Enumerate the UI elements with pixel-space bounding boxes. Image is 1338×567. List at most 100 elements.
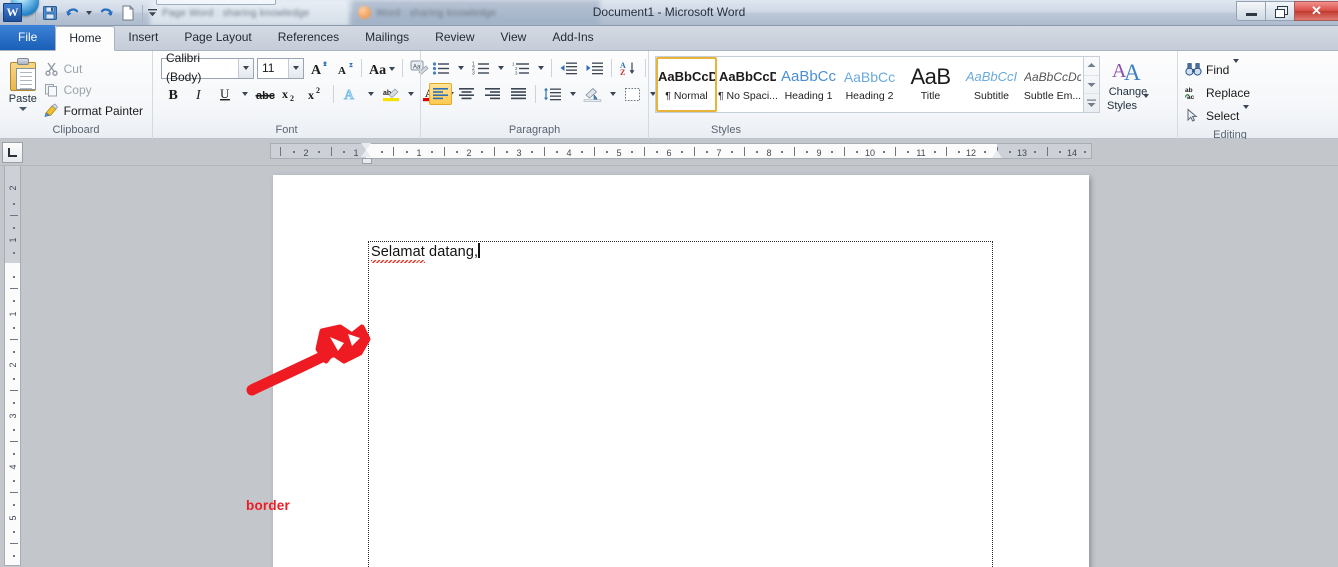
paste-chevron-down-icon[interactable] [18,107,27,111]
save-icon[interactable] [39,2,61,24]
strikethrough-icon[interactable]: abc [253,83,276,105]
horizontal-ruler[interactable]: 2 1 1 2 3 4 5 6 7 8 9 10 11 12 13 14 [270,143,1092,164]
customize-qat-chevron-down-icon[interactable] [146,2,158,24]
indent-markers[interactable] [361,143,372,164]
paste-button[interactable]: Paste [4,56,42,111]
svg-text:3: 3 [515,70,518,75]
font-size-chevron-down-icon[interactable] [288,58,303,78]
document-page[interactable]: Selamat datang, [273,175,1089,567]
vruler-tick-1-top: 1 [7,237,18,243]
text-border-box[interactable]: Selamat datang, [368,241,993,567]
minimize-icon[interactable] [1236,1,1265,21]
document-text[interactable]: Selamat datang, [371,243,480,260]
find-chevron-down-icon[interactable] [1233,58,1240,77]
find-button[interactable]: Find [1182,58,1240,81]
select-chevron-down-icon[interactable] [1243,104,1250,123]
increase-indent-icon[interactable] [583,57,606,79]
bold-icon[interactable]: B [161,83,184,105]
numbering-chevron-down-icon[interactable] [495,57,506,79]
justify-icon[interactable] [507,83,530,105]
style-item-subtle-emphasis[interactable]: AaBbCcDc Subtle Em... [1022,57,1083,112]
decrease-indent-icon[interactable] [557,57,580,79]
tab-view[interactable]: View [488,25,540,50]
text-effects-chevron-down-icon[interactable] [365,83,376,105]
multilevel-list-chevron-down-icon[interactable] [535,57,546,79]
styles-gallery-scrollbar[interactable] [1083,57,1099,112]
change-case-icon[interactable]: Aa [367,57,397,79]
borders-icon[interactable] [621,83,644,105]
superscript-icon[interactable]: x2 [305,83,328,105]
font-name-chevron-down-icon[interactable] [238,58,253,78]
tab-add-ins[interactable]: Add-Ins [539,25,606,50]
cut-button[interactable]: Cut [42,58,148,79]
style-item-no-spacing[interactable]: AaBbCcDc ¶ No Spaci... [717,57,778,112]
underline-icon[interactable]: U [213,83,236,105]
new-document-icon[interactable] [117,2,139,24]
tab-mailings[interactable]: Mailings [352,25,422,50]
styles-scroll-down-icon[interactable] [1084,76,1099,95]
styles-more-icon[interactable] [1084,94,1099,112]
styles-scroll-up-icon[interactable] [1084,57,1099,76]
hruler-tick-12: 12 [965,148,977,158]
text-highlight-chevron-down-icon[interactable] [405,83,416,105]
undo-icon[interactable] [61,2,83,24]
align-left-icon[interactable] [429,83,452,105]
quick-access-toolbar[interactable]: W [0,0,158,25]
tab-review[interactable]: Review [422,25,487,50]
style-item-normal[interactable]: AaBbCcDc ¶ Normal [656,57,717,112]
left-tab-stop-icon[interactable] [2,142,23,163]
font-size-input[interactable]: 11 [257,57,304,79]
word-icon[interactable]: W [2,0,39,25]
line-spacing-icon[interactable] [541,83,564,105]
style-preview-title: AaB [910,67,951,86]
copy-button[interactable]: Copy [42,79,148,100]
shading-chevron-down-icon[interactable] [607,83,618,105]
sort-icon[interactable]: A Z [617,57,640,79]
vertical-ruler[interactable]: 2 1 1 2 3 4 5 [4,166,21,566]
redo-icon[interactable] [95,2,117,24]
tab-home[interactable]: Home [55,26,116,51]
numbering-icon[interactable]: 1 2 3 [469,57,492,79]
restore-icon[interactable] [1265,1,1294,21]
ribbon-tab-strip[interactable]: File Home Insert Page Layout References … [0,25,1338,51]
change-styles-button[interactable]: A A Change Styles [1100,56,1156,112]
paragraph-divider-1 [551,59,552,77]
change-styles-chevron-down-icon[interactable] [1143,94,1150,110]
line-spacing-chevron-down-icon[interactable] [567,83,578,105]
align-right-icon[interactable] [481,83,504,105]
undo-dropdown-chevron-down-icon[interactable] [83,2,95,24]
grow-font-icon[interactable]: A [307,57,330,79]
tab-references[interactable]: References [265,25,352,50]
style-item-heading-1[interactable]: AaBbCc Heading 1 [778,57,839,112]
shrink-font-icon[interactable]: A [333,57,356,79]
bullets-chevron-down-icon[interactable] [455,57,466,79]
align-center-icon[interactable] [455,83,478,105]
right-indent-marker[interactable] [992,150,1002,158]
hruler-tick-14: 14 [1066,148,1078,158]
multilevel-list-icon[interactable]: 1 2 3 [509,57,532,79]
ribbon-group-styles: AaBbCcDc ¶ Normal AaBbCcDc ¶ No Spaci...… [648,51,1177,139]
text-effects-icon[interactable]: A [339,83,362,105]
replace-button[interactable]: ab ac Replace [1182,81,1250,104]
font-group-label: Font [275,124,298,136]
close-icon[interactable]: ✕ [1294,1,1338,21]
select-button[interactable]: Select [1182,104,1250,127]
style-item-title[interactable]: AaB Title [900,57,961,112]
format-painter-button[interactable]: Format Painter [42,100,148,121]
subscript-icon[interactable]: x2 [279,83,302,105]
font-name-input[interactable]: Calibri (Body) [161,51,254,84]
shading-icon[interactable] [581,83,604,105]
italic-icon[interactable]: I [187,83,210,105]
tab-file[interactable]: File [0,25,56,50]
styles-gallery[interactable]: AaBbCcDc ¶ Normal AaBbCcDc ¶ No Spaci...… [655,56,1100,113]
text-highlight-color-icon[interactable]: ab [379,83,402,105]
style-item-subtitle[interactable]: AaBbCcI Subtitle [961,57,1022,112]
ribbon-group-editing: Find ab ac Replace Select Editing [1177,51,1282,141]
tab-page-layout[interactable]: Page Layout [171,25,264,50]
underline-chevron-down-icon[interactable] [239,83,250,105]
window-controls[interactable]: ✕ [1236,0,1338,22]
tab-insert[interactable]: Insert [115,25,171,50]
bullets-icon[interactable] [429,57,452,79]
clipboard-group-label: Clipboard [52,124,100,136]
style-item-heading-2[interactable]: AaBbCc Heading 2 [839,57,900,112]
